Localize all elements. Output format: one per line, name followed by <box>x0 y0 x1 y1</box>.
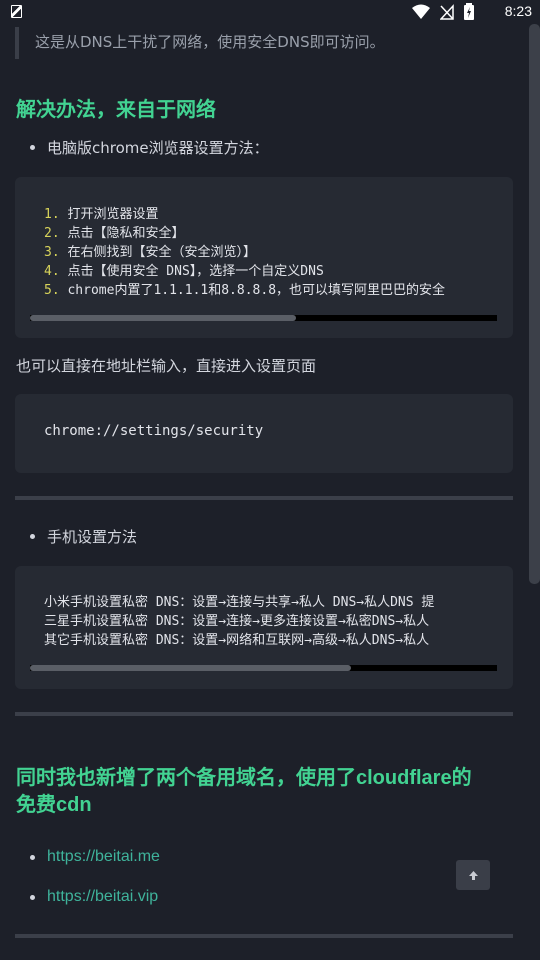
address-hint-text: 也可以直接在地址栏输入，直接进入设置页面 <box>16 357 317 375</box>
code-line: chrome内置了1.1.1.1和8.8.8.8，也可以填写阿里巴巴的安全 <box>67 283 446 298</box>
code-line: 其它手机设置私密 DNS：设置→网络和互联网→高级→私人DNS→私人 <box>44 633 430 648</box>
no-signal-icon <box>440 3 454 20</box>
horizontal-scrollbar[interactable] <box>30 665 497 671</box>
list-item-label: 手机设置方法 <box>47 528 138 546</box>
code-line: 在右侧找到【安全（安全浏览）】 <box>67 245 256 260</box>
code-line: 小米手机设置私密 DNS：设置→连接与共享→私人 DNS→私人DNS 提 <box>44 595 435 610</box>
horizontal-scrollbar[interactable] <box>30 315 497 321</box>
heading-text-bold: cloudflare <box>356 767 452 789</box>
section-heading-backup-domains: 同时我也新增了两个备用域名，使用了cloudflare的免费cdn <box>16 764 516 818</box>
page-scrollbar[interactable] <box>529 24 540 584</box>
wifi-icon <box>412 4 430 19</box>
heading-text-bold: cdn <box>56 794 92 816</box>
back-to-top-button[interactable] <box>456 860 490 890</box>
code-block-steps[interactable]: 1. 打开浏览器设置 2. 点击【隐私和安全】 3. 在右侧找到【安全（安全浏览… <box>15 177 513 338</box>
line-number: 2. <box>44 226 60 241</box>
heading-text: 免费 <box>16 792 56 816</box>
bullet-dot <box>30 894 35 900</box>
code-line: 三星手机设置私密 DNS：设置→连接→更多连接设置→私密DNS→私人 <box>44 614 430 629</box>
code-line: 点击【使用安全 DNS】，选择一个自定义DNS <box>67 264 324 279</box>
bullet-dot <box>30 145 35 150</box>
line-number: 5. <box>44 283 60 298</box>
line-number: 1. <box>44 207 60 222</box>
link-beitai-vip[interactable]: https://beitai.vip <box>47 888 158 906</box>
code-address: chrome://settings/security <box>44 423 264 439</box>
status-bar: 8:23 <box>0 0 540 24</box>
list-item-link: https://beitai.me <box>30 848 160 866</box>
code-steps: 1. 打开浏览器设置 2. 点击【隐私和安全】 3. 在右侧找到【安全（安全浏览… <box>44 205 445 300</box>
clock: 8:23 <box>504 3 532 19</box>
code-line: 打开浏览器设置 <box>67 207 159 222</box>
line-number: 4. <box>44 264 60 279</box>
section-heading-solution: 解决办法，来自于网络 <box>16 97 216 121</box>
scrollbar-thumb[interactable] <box>30 315 296 321</box>
code-block-address[interactable]: chrome://settings/security <box>15 394 513 473</box>
list-item-link: https://beitai.vip <box>30 888 158 906</box>
heading-text: 同时我也新增了两个备用域名，使用了 <box>16 765 356 789</box>
bullet-dot <box>30 534 35 539</box>
heading-text: 的 <box>451 765 472 789</box>
divider <box>15 496 513 500</box>
app-notification-icon <box>11 5 22 18</box>
divider <box>15 934 513 938</box>
list-item-label: 电脑版chrome浏览器设置方法： <box>47 139 269 157</box>
divider <box>15 712 513 716</box>
blockquote: 这是从DNS上干扰了网络，使用安全DNS即可访问。 <box>15 27 515 59</box>
code-mobile: 小米手机设置私密 DNS：设置→连接与共享→私人 DNS→私人DNS 提 三星手… <box>44 593 434 650</box>
code-block-mobile[interactable]: 小米手机设置私密 DNS：设置→连接与共享→私人 DNS→私人DNS 提 三星手… <box>15 566 513 689</box>
list-item-mobile: 手机设置方法 <box>30 526 137 547</box>
line-number: 3. <box>44 245 60 260</box>
arrow-up-icon <box>468 870 478 880</box>
list-item-pc: 电脑版chrome浏览器设置方法： <box>30 137 269 158</box>
bullet-dot <box>30 854 35 860</box>
link-beitai-me[interactable]: https://beitai.me <box>47 848 160 866</box>
battery-icon <box>464 3 474 20</box>
code-line: 点击【隐私和安全】 <box>67 226 185 241</box>
scrollbar-thumb[interactable] <box>30 665 351 671</box>
